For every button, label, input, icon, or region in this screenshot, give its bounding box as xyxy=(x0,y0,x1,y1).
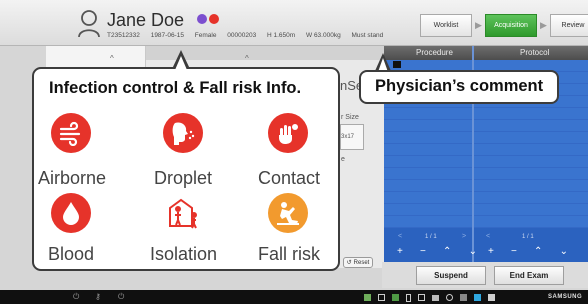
procedure-controls: + − ⌃ ⌄ xyxy=(397,246,477,258)
screen-icon[interactable] xyxy=(378,294,385,301)
move-up-icon[interactable]: ⌃ xyxy=(534,246,542,258)
add-procedure-icon[interactable]: + xyxy=(397,246,403,258)
tray-icons xyxy=(364,293,542,302)
remove-procedure-icon[interactable]: − xyxy=(420,246,426,258)
key-icon[interactable]: ⚷ xyxy=(95,292,101,301)
patient-comment: Must stand xyxy=(351,32,384,39)
procedure-pager: 1 / 1 xyxy=(425,234,437,240)
fall-risk-icon xyxy=(268,193,308,233)
protocol-header-label: Protocol xyxy=(520,48,550,57)
pager-next-icon[interactable]: > xyxy=(462,233,466,240)
acquisition-button[interactable]: Acquisition xyxy=(485,14,537,37)
reset-button[interactable]: ↺ Reset xyxy=(343,257,373,268)
fall-risk-label: Fall risk xyxy=(258,244,320,264)
collapse-chevron-icon[interactable]: ^ xyxy=(110,54,114,63)
reset-label: Reset xyxy=(353,259,370,266)
workflow-arrow-icon: ▶ xyxy=(540,20,547,30)
reset-icon: ↺ xyxy=(346,260,352,266)
end-exam-button[interactable]: End Exam xyxy=(494,266,564,285)
suspend-button[interactable]: Suspend xyxy=(416,266,486,285)
patient-accession: 00000203 xyxy=(227,32,257,39)
patient-weight: W 63.000kg xyxy=(306,32,341,39)
patient-info-line: T23512332 1987-06-15 Female 00000203 H 1… xyxy=(107,32,392,39)
printer-icon[interactable] xyxy=(432,294,439,301)
infection-popup-title: Infection control & Fall risk Info. xyxy=(49,79,302,97)
pager-prev-icon[interactable]: < xyxy=(486,233,490,240)
signal-icon[interactable] xyxy=(474,294,481,301)
wifi-icon[interactable] xyxy=(460,294,467,301)
protocol-pager: 1 / 1 xyxy=(522,234,534,240)
contact-label: Contact xyxy=(257,168,321,188)
remove-protocol-icon[interactable]: − xyxy=(511,246,517,258)
infection-popup-pointer-fill xyxy=(175,56,187,70)
droplet-icon xyxy=(163,113,203,153)
partial-dim-label: 3x17 xyxy=(341,134,355,140)
power-icon[interactable]: ⏻ xyxy=(73,292,79,302)
detector-icon[interactable] xyxy=(392,294,399,301)
airborne-icon xyxy=(51,113,91,153)
network-icon[interactable] xyxy=(418,294,425,301)
patient-sex: Female xyxy=(194,32,217,39)
monitor-icon[interactable] xyxy=(364,294,371,301)
procedure-panel-header: Procedure Protocol xyxy=(384,46,588,60)
move-down-icon[interactable]: ⌄ xyxy=(469,246,477,258)
partial-e-label: e xyxy=(341,156,345,163)
isolation-label: Isolation xyxy=(150,244,218,264)
patient-name: Jane Doe xyxy=(107,10,185,30)
battery-icon[interactable] xyxy=(406,293,411,302)
procedure-header-label: Procedure xyxy=(416,48,453,57)
tube-icon[interactable] xyxy=(446,294,453,301)
protocol-controls: + − ⌃ ⌄ xyxy=(488,246,568,258)
isolation-icon xyxy=(163,193,203,233)
droplet-label: Droplet xyxy=(153,168,213,188)
airborne-label: Airborne xyxy=(37,168,107,188)
patient-height: H 1.650m xyxy=(267,32,296,39)
move-up-icon[interactable]: ⌃ xyxy=(443,246,451,258)
review-button[interactable]: Review xyxy=(550,14,588,37)
power-icon[interactable]: ⏻ xyxy=(118,292,124,302)
worklist-button[interactable]: Worklist xyxy=(420,14,472,37)
blood-label: Blood xyxy=(47,244,95,264)
workflow-arrow-icon: ▶ xyxy=(475,20,482,30)
pager-prev-icon[interactable]: < xyxy=(398,233,402,240)
patient-avatar-icon xyxy=(78,10,100,38)
samsung-logo: SAMSUNG xyxy=(548,294,583,300)
procedure-thumbnail[interactable] xyxy=(393,61,401,68)
add-protocol-icon[interactable]: + xyxy=(488,246,494,258)
physician-comment-indicator-icon[interactable] xyxy=(197,14,207,24)
move-down-icon[interactable]: ⌄ xyxy=(560,246,568,258)
patient-dob: 1987-06-15 xyxy=(150,32,184,39)
contact-icon xyxy=(268,113,308,153)
patient-id: T23512332 xyxy=(107,32,140,39)
collapse-chevron-icon[interactable]: ^ xyxy=(245,54,249,63)
infection-alert-indicator-icon[interactable] xyxy=(209,14,219,24)
blood-icon xyxy=(51,193,91,233)
partial-size-label: r Size xyxy=(341,114,359,121)
notification-icon[interactable] xyxy=(488,294,495,301)
physician-comment-title: Physician’s comment xyxy=(375,77,544,95)
